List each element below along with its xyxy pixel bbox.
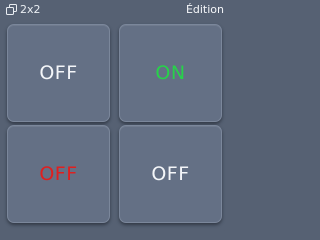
grid-copy-icon: [6, 4, 17, 15]
switch-tile-1[interactable]: OFF: [7, 24, 110, 122]
switch-tile-1-state: OFF: [39, 62, 78, 84]
grid-size-label: 2x2: [20, 3, 41, 16]
edit-button[interactable]: Édition: [186, 3, 224, 16]
switch-tile-4-state: OFF: [151, 163, 190, 185]
switch-tile-2[interactable]: ON: [119, 24, 222, 122]
widget-header: 2x2 Édition: [0, 0, 230, 20]
switch-tile-4[interactable]: OFF: [119, 125, 222, 223]
switch-tile-3[interactable]: OFF: [7, 125, 110, 223]
switch-grid-widget: 2x2 Édition OFF ON OFF OFF: [0, 0, 230, 231]
switch-tile-3-state: OFF: [39, 163, 78, 185]
switch-tile-2-state: ON: [155, 62, 186, 84]
